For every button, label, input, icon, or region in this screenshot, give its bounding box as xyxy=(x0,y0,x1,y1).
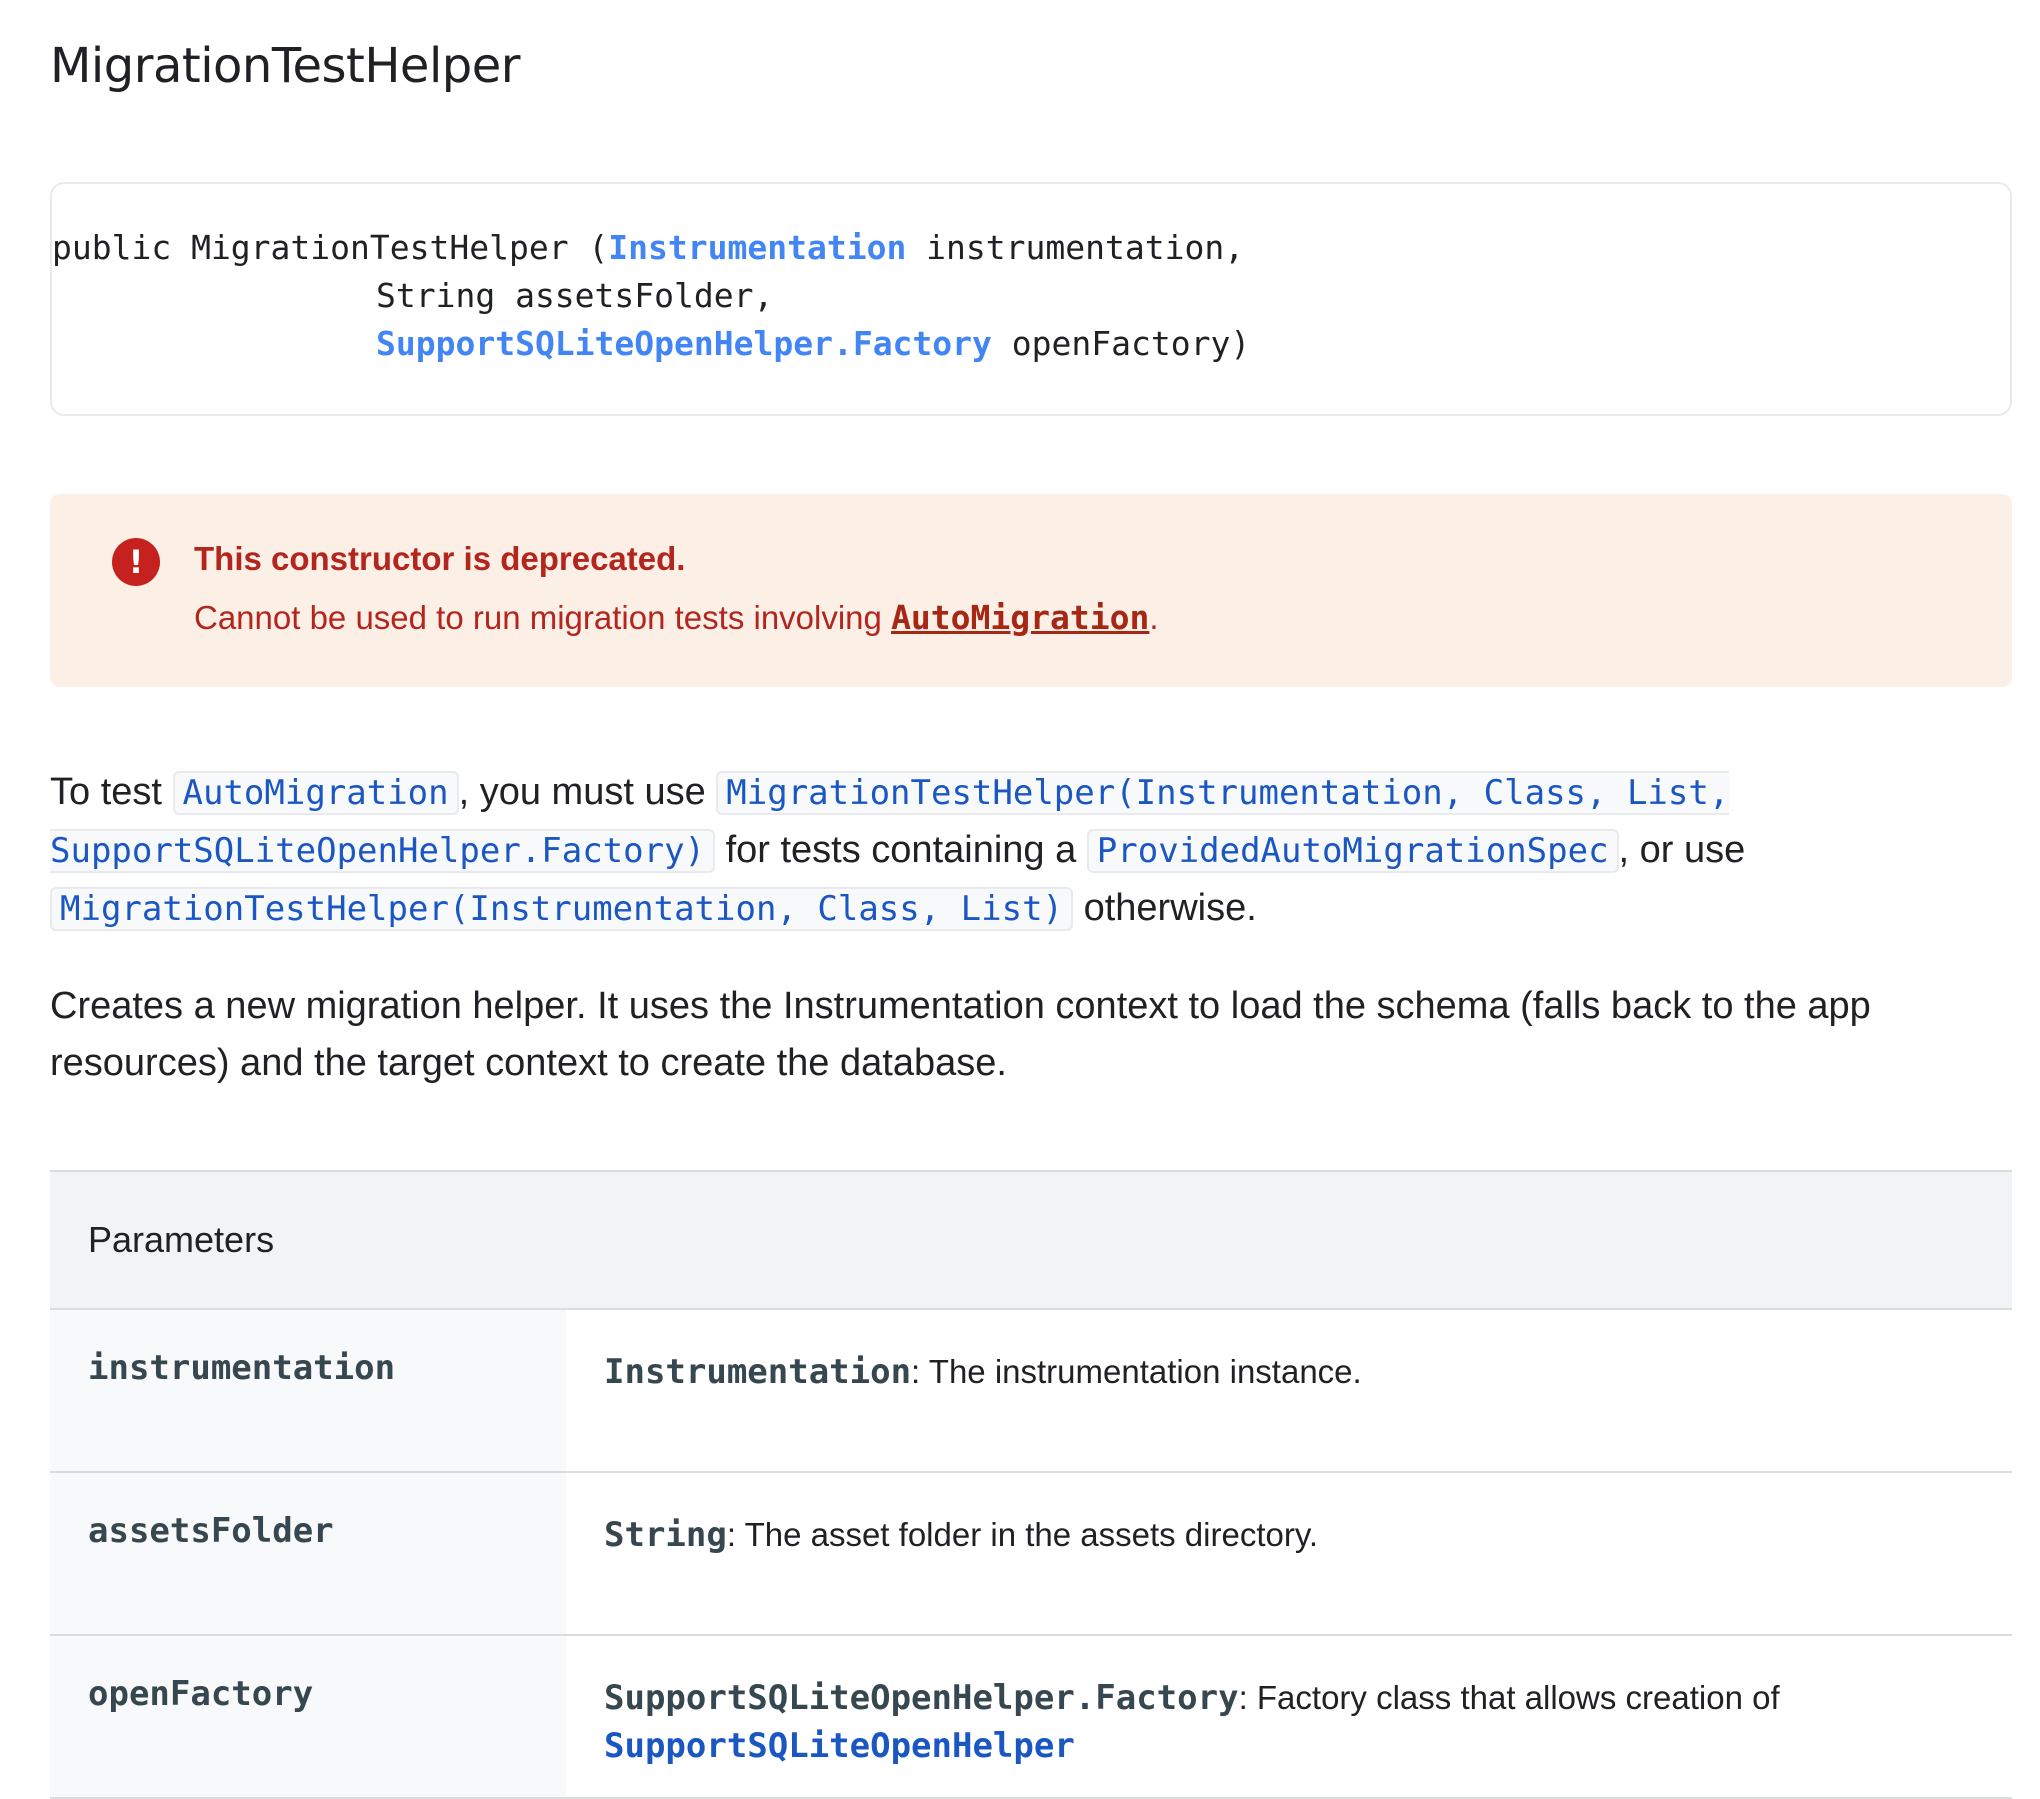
signature-line-3: SupportSQLiteOpenHelper.Factory openFact… xyxy=(52,320,1250,368)
param-description: String: The asset folder in the assets d… xyxy=(566,1472,2012,1635)
param-desc-text: : Factory class that allows creation of xyxy=(1238,1679,1780,1716)
param-name: assetsFolder xyxy=(50,1472,566,1635)
signature-prefix: public MigrationTestHelper ( xyxy=(52,228,609,267)
signature-line-2: String assetsFolder, xyxy=(52,272,1250,320)
description-text: otherwise. xyxy=(1073,887,1257,929)
signature-line-1: public MigrationTestHelper (Instrumentat… xyxy=(52,224,1250,272)
param-name: openFactory xyxy=(50,1635,566,1798)
deprecation-body: Cannot be used to run migration tests in… xyxy=(194,598,1159,637)
automigration-link[interactable]: AutoMigration xyxy=(891,598,1149,637)
param-type: String xyxy=(604,1515,727,1555)
deprecation-title: This constructor is deprecated. xyxy=(194,540,686,577)
signature-param-open-factory: openFactory) xyxy=(991,324,1251,363)
param-description: Instrumentation: The instrumentation ins… xyxy=(566,1309,2012,1472)
description-paragraph-1: To test AutoMigration, you must use Migr… xyxy=(50,764,2000,938)
param-description: SupportSQLiteOpenHelper.Factory: Factory… xyxy=(566,1635,2012,1798)
parameters-header: Parameters xyxy=(88,1219,275,1260)
constructor-with-class-list-link[interactable]: MigrationTestHelper(Instrumentation, Cla… xyxy=(50,887,1074,931)
signature-param-instrumentation: instrumentation, xyxy=(906,228,1245,267)
param-type: SupportSQLiteOpenHelper.Factory xyxy=(604,1678,1239,1718)
table-row: assetsFolder String: The asset folder in… xyxy=(50,1472,2012,1635)
deprecation-notice: ! This constructor is deprecated. Cannot… xyxy=(50,494,2012,687)
factory-type-link[interactable]: SupportSQLiteOpenHelper.Factory xyxy=(376,324,992,363)
param-desc-text: : The instrumentation instance. xyxy=(911,1353,1362,1390)
description-paragraph-2: Creates a new migration helper. It uses … xyxy=(50,985,1871,1084)
description-text: , you must use xyxy=(458,771,717,813)
table-row: openFactory SupportSQLiteOpenHelper.Fact… xyxy=(50,1635,2012,1798)
param-desc-text: : The asset folder in the assets directo… xyxy=(726,1516,1319,1553)
deprecation-period: . xyxy=(1149,599,1159,636)
signature-param-assets-folder: String assetsFolder, xyxy=(376,276,774,315)
page-title: MigrationTestHelper xyxy=(50,38,521,94)
signature-code: public MigrationTestHelper (Instrumentat… xyxy=(52,224,1250,368)
support-sqlite-open-helper-link[interactable]: SupportSQLiteOpenHelper xyxy=(604,1726,1075,1766)
param-name: instrumentation xyxy=(50,1309,566,1472)
description-text: , or use xyxy=(1618,829,1746,871)
doc-page: MigrationTestHelper public MigrationTest… xyxy=(0,0,2040,1798)
parameters-header-row: Parameters xyxy=(50,1171,2012,1309)
instrumentation-type-link[interactable]: Instrumentation xyxy=(608,228,906,267)
signature-box: public MigrationTestHelper (Instrumentat… xyxy=(50,182,2012,416)
deprecation-text: Cannot be used to run migration tests in… xyxy=(194,599,892,636)
param-type: Instrumentation xyxy=(604,1352,912,1392)
description-text: To test xyxy=(50,771,173,813)
exclamation-circle-icon: ! xyxy=(112,538,160,586)
automigration-code-link[interactable]: AutoMigration xyxy=(172,771,459,815)
description-text: for tests containing a xyxy=(715,829,1087,871)
provided-automigration-spec-link[interactable]: ProvidedAutoMigrationSpec xyxy=(1086,829,1619,873)
parameters-table: Parameters instrumentation Instrumentati… xyxy=(50,1170,2012,1799)
table-row: instrumentation Instrumentation: The ins… xyxy=(50,1309,2012,1472)
